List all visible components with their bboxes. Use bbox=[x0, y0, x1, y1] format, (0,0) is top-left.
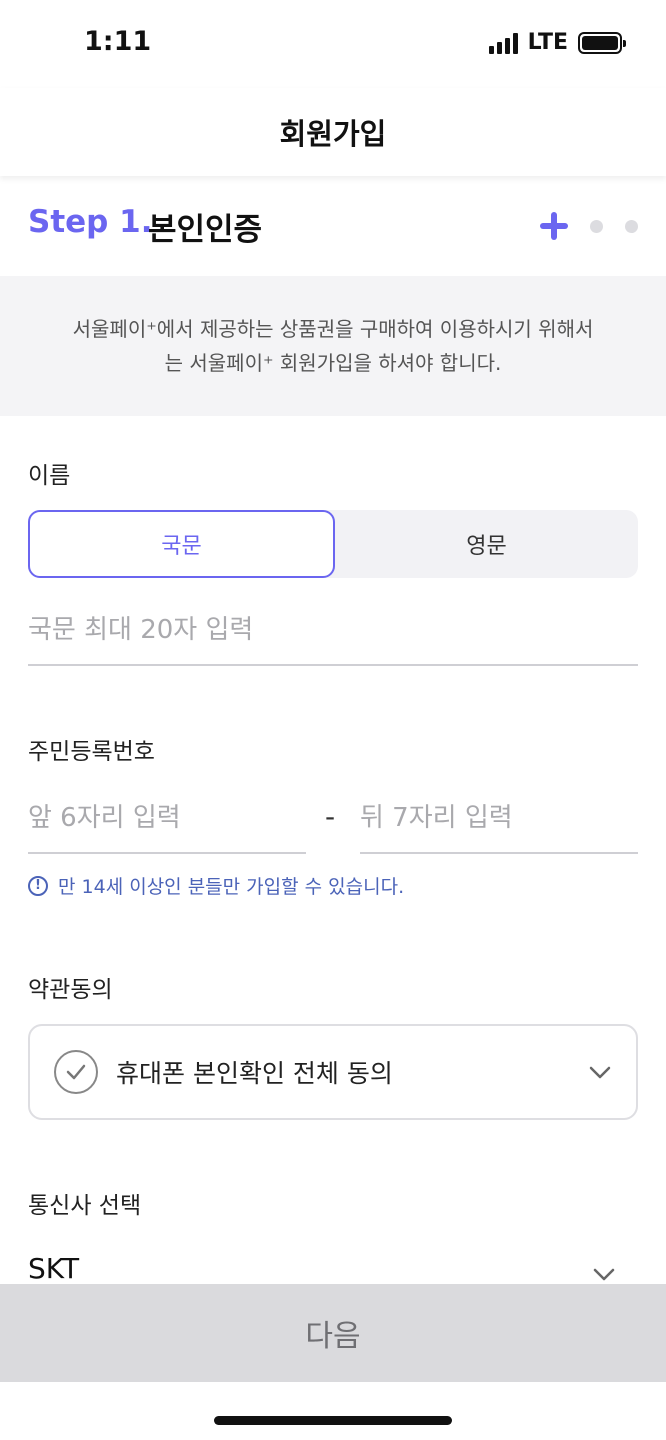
status-bar: 1:11 LTE bbox=[0, 0, 666, 88]
current-step-plus-icon bbox=[540, 212, 568, 240]
bottom-safe-area bbox=[0, 1382, 666, 1440]
resident-front-input[interactable] bbox=[28, 790, 306, 846]
name-input[interactable] bbox=[28, 602, 638, 658]
network-type: LTE bbox=[527, 30, 568, 55]
notice-line-1: 서울페이⁺에서 제공하는 상품권을 구매하여 이용하시기 위해서 bbox=[72, 317, 594, 341]
step-indicator bbox=[540, 212, 638, 240]
signal-icon bbox=[488, 32, 518, 54]
next-button[interactable]: 다음 bbox=[0, 1284, 666, 1382]
name-language-toggle: 국문 영문 bbox=[28, 510, 638, 578]
signup-screen: 1:11 LTE 회원가입 Step 1. 본인인증 서울페이⁺에서 제공하는 … bbox=[0, 0, 666, 1440]
status-indicators: LTE bbox=[488, 30, 626, 55]
tab-english-name[interactable]: 영문 bbox=[335, 510, 638, 578]
status-time: 1:11 bbox=[84, 26, 152, 57]
home-indicator[interactable] bbox=[214, 1416, 452, 1425]
resident-front-container bbox=[28, 790, 306, 854]
resident-number-label: 주민등록번호 bbox=[28, 739, 155, 765]
battery-icon bbox=[578, 31, 626, 54]
app-header: 회원가입 bbox=[0, 88, 666, 176]
check-icon[interactable] bbox=[54, 1050, 98, 1094]
name-label: 이름 bbox=[28, 463, 71, 489]
age-hint: ! 만 14세 이상인 분들만 가입할 수 있습니다. bbox=[28, 872, 404, 899]
carrier-label: 통신사 선택 bbox=[28, 1193, 142, 1219]
info-icon: ! bbox=[28, 875, 48, 896]
carrier-select[interactable]: SKT bbox=[28, 1252, 79, 1285]
notice-line-2: 는 서울페이⁺ 회원가입을 하셔야 합니다. bbox=[164, 351, 502, 375]
agree-all-row[interactable]: 휴대폰 본인확인 전체 동의 bbox=[28, 1024, 638, 1120]
page-title: 회원가입 bbox=[279, 117, 387, 151]
age-hint-text: 만 14세 이상인 분들만 가입할 수 있습니다. bbox=[58, 876, 405, 898]
step-row: Step 1. 본인인증 bbox=[0, 176, 666, 276]
step-title: 본인인증 bbox=[148, 212, 263, 248]
step-number: Step 1. bbox=[28, 204, 153, 240]
name-field-container bbox=[28, 602, 638, 666]
resident-back-container bbox=[360, 790, 638, 854]
resident-back-input[interactable] bbox=[360, 790, 638, 846]
chevron-down-icon[interactable] bbox=[588, 1060, 612, 1084]
terms-label: 약관동의 bbox=[28, 977, 113, 1003]
tab-korean-name[interactable]: 국문 bbox=[28, 510, 335, 578]
step-dot-2 bbox=[590, 219, 603, 233]
resident-separator: - bbox=[325, 800, 336, 833]
signup-notice: 서울페이⁺에서 제공하는 상품권을 구매하여 이용하시기 위해서 는 서울페이⁺… bbox=[0, 276, 666, 416]
agree-all-label: 휴대폰 본인확인 전체 동의 bbox=[116, 1059, 393, 1088]
carrier-chevron-down-icon[interactable] bbox=[592, 1262, 616, 1286]
step-dot-3 bbox=[625, 219, 638, 233]
